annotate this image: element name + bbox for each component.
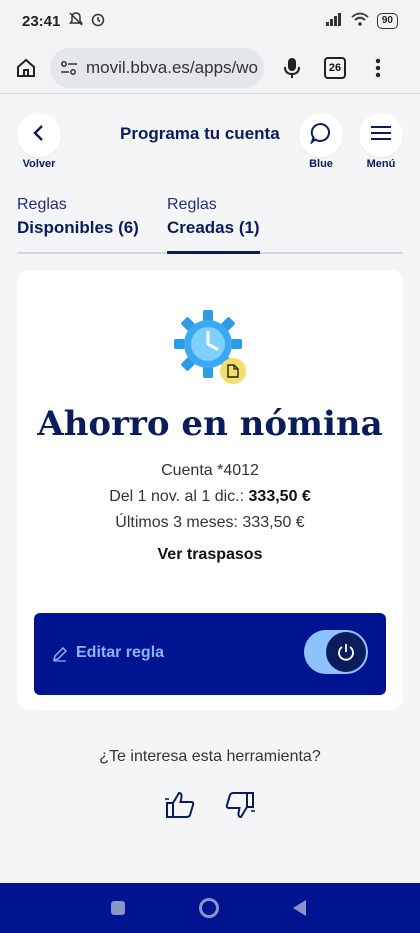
menu-label[interactable]: Menú [351,158,411,170]
tab-label-bottom: Creadas (1) [167,218,260,237]
battery-indicator: 90 [376,13,398,29]
mute-icon [68,11,84,31]
edit-rule-bar: Editar regla [34,613,386,695]
rules-tabs: Reglas Disponibles (6) Reglas Creadas (1… [17,196,403,254]
system-navigation-bar [0,883,420,933]
microphone-icon[interactable] [276,52,308,84]
site-settings-icon[interactable] [60,60,78,76]
home-icon[interactable] [10,52,42,84]
rule-illustration [172,308,252,388]
chat-bubble-icon [309,122,332,149]
menu-button[interactable] [359,113,403,157]
edit-rule-button[interactable]: Editar regla [76,644,164,662]
more-vert-icon[interactable] [362,52,394,84]
rule-title: Ahorro en nómina [37,404,383,444]
view-transfers-link[interactable]: Ver traspasos [17,546,403,564]
rule-card: Ahorro en nómina Cuenta *4012 Del 1 nov.… [17,270,403,710]
home-circle-icon[interactable] [197,896,221,920]
page-title: Programa tu cuenta [120,124,280,143]
tab-available-rules[interactable]: Reglas Disponibles (6) [17,196,152,254]
chevron-left-icon [32,124,46,147]
browser-toolbar: movil.bbva.es/apps/wo 26 [0,42,420,94]
period-savings: Del 1 nov. al 1 dic.: 333,50 € [17,488,403,506]
tab-label-top: Reglas [167,196,217,213]
blue-assistant-button[interactable] [299,113,343,157]
period-label: Del 1 nov. al 1 dic.: [109,488,245,505]
tab-label-top: Reglas [17,196,67,213]
tab-created-rules[interactable]: Reglas Creadas (1) [167,196,260,254]
back-button[interactable] [17,113,61,157]
account-number: Cuenta *4012 [161,462,259,479]
url-text: movil.bbva.es/apps/wo [86,57,258,77]
pencil-icon[interactable] [52,646,68,667]
clock: 23:41 [22,12,61,30]
back-label[interactable]: Volver [9,158,69,170]
recents-icon[interactable] [106,896,130,920]
back-triangle-icon[interactable] [288,896,312,920]
power-icon [326,632,366,672]
document-badge-icon [220,358,246,384]
blue-label[interactable]: Blue [291,158,351,170]
url-bar[interactable]: movil.bbva.es/apps/wo [50,47,264,88]
tab-label-bottom: Disponibles (6) [17,218,139,237]
signal-icon [325,12,343,30]
status-bar: 23:41 90 [0,0,420,42]
thumbs-up-icon[interactable] [163,788,197,822]
last-3-months: Últimos 3 meses: 333,50 € [115,514,305,531]
rule-toggle[interactable] [304,630,368,674]
hamburger-icon [371,125,391,145]
feedback-question: ¿Te interesa esta herramienta? [99,748,321,765]
thumbs-down-icon[interactable] [223,788,257,822]
tabs-button[interactable]: 26 [324,56,346,79]
alarm-icon [90,11,106,31]
app-header: Volver Programa tu cuenta Blue Menú [0,110,420,176]
wifi-icon [351,12,369,30]
period-amount: 333,50 € [248,488,311,505]
